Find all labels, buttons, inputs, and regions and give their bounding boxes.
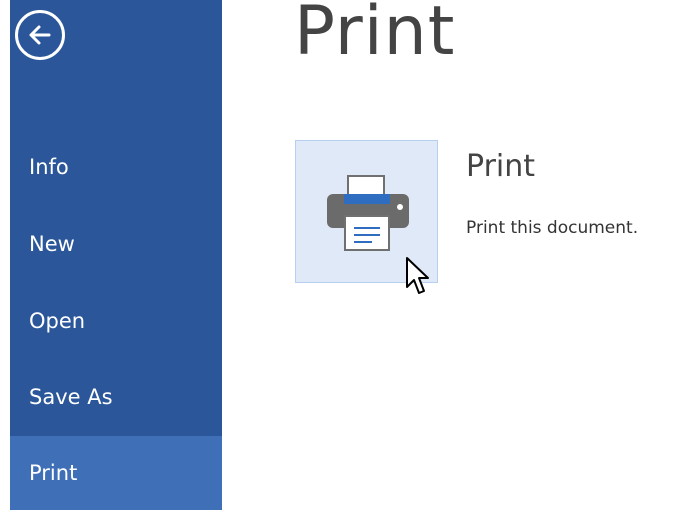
mouse-cursor-icon [406, 257, 429, 294]
sidebar-item-save-as[interactable]: Save As [10, 368, 222, 426]
back-arrow-icon [29, 25, 51, 45]
backstage-sidebar: Info New Open Save As Print [0, 0, 222, 510]
printer-icon [327, 175, 409, 251]
page-title: Print [294, 0, 456, 71]
sidebar-edge [0, 0, 10, 510]
backstage-view: Info New Open Save As Print Print Print … [0, 0, 678, 510]
print-section-heading: Print [466, 149, 536, 184]
sidebar-item-info[interactable]: Info [10, 138, 222, 196]
print-section-description: Print this document. [466, 218, 639, 238]
back-button[interactable] [15, 10, 65, 60]
sidebar-item-print[interactable]: Print [10, 436, 222, 510]
sidebar-item-new[interactable]: New [10, 215, 222, 273]
sidebar-item-open[interactable]: Open [10, 292, 222, 350]
